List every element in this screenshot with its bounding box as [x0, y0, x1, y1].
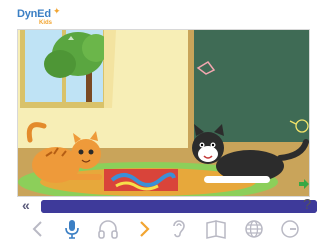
- book-icon: [206, 220, 226, 239]
- microphone-button[interactable]: [60, 217, 84, 241]
- progress-bar[interactable]: [41, 200, 317, 213]
- headphones-button[interactable]: [96, 217, 120, 241]
- clock-button[interactable]: [278, 217, 302, 241]
- progress-row: « ?: [22, 196, 322, 214]
- chalkboard: [188, 30, 309, 148]
- back-button[interactable]: [26, 217, 50, 241]
- book-button[interactable]: [204, 217, 228, 241]
- headphones-icon: [98, 220, 118, 239]
- logo-brand-text: DynEd: [17, 8, 51, 20]
- progress-bar-fill: [41, 200, 317, 213]
- logo-sub-text: Kids: [39, 20, 53, 26]
- ear-icon: [173, 220, 185, 238]
- help-button[interactable]: ?: [303, 196, 311, 213]
- globe-icon: [245, 220, 263, 238]
- next-icon: [140, 221, 150, 237]
- dyned-kids-logo: DynEd ✦ Kids: [17, 6, 67, 30]
- back-icon: [32, 221, 42, 237]
- rewind-button[interactable]: «: [22, 197, 30, 213]
- bottom-toolbar: [26, 217, 316, 241]
- window: [20, 30, 116, 108]
- lesson-scene: [17, 29, 310, 197]
- listen-button[interactable]: [166, 217, 190, 241]
- next-button[interactable]: [132, 217, 156, 241]
- logo-star-icon: ✦: [53, 6, 61, 16]
- clock-icon: [281, 220, 299, 238]
- microphone-icon: [65, 220, 79, 239]
- scene-next-arrow-icon[interactable]: [298, 178, 310, 190]
- globe-button[interactable]: [242, 217, 266, 241]
